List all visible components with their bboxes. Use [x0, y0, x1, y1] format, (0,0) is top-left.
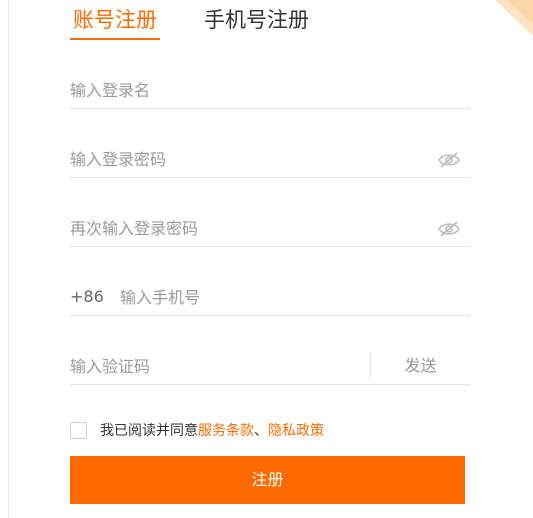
verification-code-row: 发送: [70, 348, 470, 385]
country-code-prefix[interactable]: +86: [70, 279, 104, 315]
username-field-row: [70, 72, 470, 109]
agreement-text: 我已阅读并同意服务条款、隐私政策: [100, 420, 324, 442]
register-tabs: 账号注册 手机号注册: [70, 4, 470, 40]
agreement-separator: 、: [254, 423, 268, 439]
privacy-link[interactable]: 隐私政策: [268, 423, 324, 439]
verification-code-input[interactable]: [70, 348, 360, 384]
phone-field-row: +86: [70, 279, 470, 316]
tab-phone-register[interactable]: 手机号注册: [204, 4, 309, 40]
username-input[interactable]: [70, 72, 410, 108]
agreement-row: 我已阅读并同意服务条款、隐私政策: [70, 420, 490, 442]
confirm-password-input[interactable]: [70, 210, 410, 246]
send-code-button[interactable]: 发送: [371, 348, 470, 384]
phone-input[interactable]: [120, 279, 460, 315]
corner-decoration: [495, 0, 533, 36]
agreement-prefix: 我已阅读并同意: [100, 423, 198, 439]
confirm-password-field-row: [70, 210, 470, 247]
register-button[interactable]: 注册: [70, 456, 465, 504]
eye-slash-icon[interactable]: [438, 221, 460, 237]
tab-account-register[interactable]: 账号注册: [70, 4, 160, 40]
password-field-row: [70, 141, 470, 178]
left-border: [8, 0, 9, 518]
eye-slash-icon[interactable]: [438, 152, 460, 168]
agreement-checkbox[interactable]: [70, 422, 87, 439]
password-input[interactable]: [70, 141, 410, 177]
terms-link[interactable]: 服务条款: [198, 423, 254, 439]
